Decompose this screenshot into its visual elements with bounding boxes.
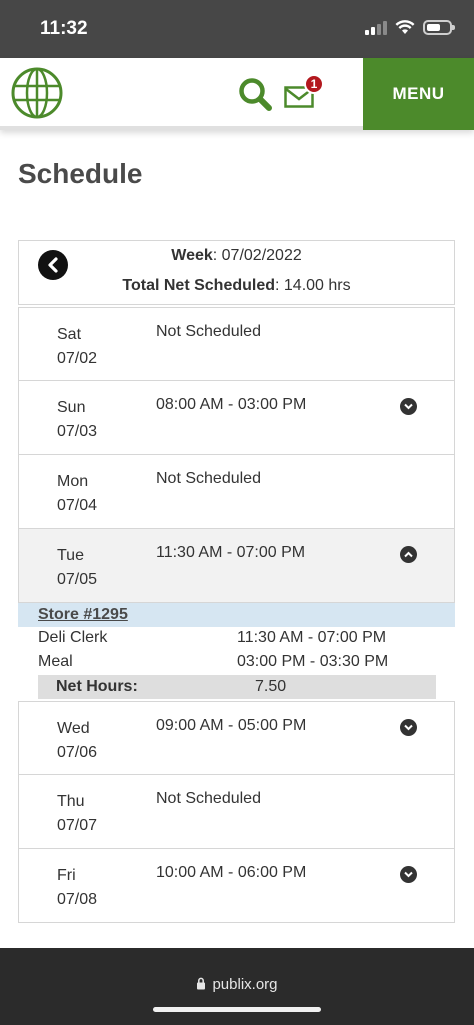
store-link[interactable]: Store #1295 [18,603,455,627]
collapse-day-button[interactable] [400,546,417,563]
lock-icon [197,977,206,990]
day-row-sun[interactable]: Sun 07/03 08:00 AM - 03:00 PM [18,381,455,455]
battery-icon [423,20,455,35]
status-bar: 11:32 [0,0,474,58]
shift-time: 10:00 AM - 06:00 PM [156,864,307,881]
schedule-day-list: Sat 07/02 Not Scheduled Sun 07/03 08:00 AM… [18,307,455,923]
expand-day-button[interactable] [400,719,417,736]
search-icon [239,78,272,111]
chevron-down-icon [404,724,413,731]
signal-icon [365,20,387,35]
detail-line-meal: Meal 03:00 PM - 03:30 PM [38,653,389,670]
expand-day-button[interactable] [400,866,417,883]
shift-time: 09:00 AM - 05:00 PM [156,717,307,734]
address-bar[interactable]: publix.org [0,976,474,993]
day-row-thu: Thu 07/07 Not Scheduled [18,775,455,849]
day-row-wed[interactable]: Wed 07/06 09:00 AM - 05:00 PM [18,701,455,775]
menu-button[interactable]: MENU [363,58,474,130]
shift-time: Not Scheduled [156,790,261,807]
home-indicator[interactable] [153,1007,321,1012]
page-title: Schedule [18,158,143,189]
week-summary: Week: 07/02/2022 Total Net Scheduled: 14… [18,240,455,305]
wifi-icon [395,20,415,34]
day-row-fri[interactable]: Fri 07/08 10:00 AM - 06:00 PM [18,849,455,923]
unread-badge: 1 [304,74,324,94]
globe-logo-icon[interactable] [10,66,64,120]
day-label: Wed 07/06 [57,720,98,761]
shift-time: 08:00 AM - 03:00 PM [156,396,307,413]
shift-time: Not Scheduled [156,323,261,340]
detail-line-job: Deli Clerk 11:30 AM - 07:00 PM [38,629,387,646]
day-label: Sat 07/02 [57,326,98,367]
net-hours-row: Net Hours: 7.50 [38,675,436,699]
day-label: Tue 07/05 [57,547,98,588]
messages-button[interactable]: 1 [284,74,324,114]
shift-time: Not Scheduled [156,470,261,487]
day-row-sat: Sat 07/02 Not Scheduled [18,307,455,381]
url-text: publix.org [212,976,278,993]
day-row-tue[interactable]: Tue 07/05 11:30 AM - 07:00 PM [18,529,455,603]
shift-detail: Store #1295 Deli Clerk 11:30 AM - 07:00 … [18,603,455,701]
expand-day-button[interactable] [400,398,417,415]
week-date: Week: 07/02/2022 [171,247,302,264]
browser-toolbar: publix.org [0,948,474,1025]
site-header: 1 MENU [0,58,474,130]
status-time: 11:32 [40,18,88,39]
day-label: Thu 07/07 [57,793,98,834]
shift-time: 11:30 AM - 07:00 PM [156,544,306,561]
total-net-scheduled: Total Net Scheduled: 14.00 hrs [122,277,351,294]
status-icons [365,20,455,35]
day-row-mon: Mon 07/04 Not Scheduled [18,455,455,529]
chevron-up-icon [404,551,413,558]
chevron-down-icon [404,871,413,878]
search-button[interactable] [236,76,274,114]
chevron-down-icon [404,403,413,410]
day-label: Sun 07/03 [57,399,98,440]
day-label: Mon 07/04 [57,473,98,514]
day-label: Fri 07/08 [57,867,98,908]
